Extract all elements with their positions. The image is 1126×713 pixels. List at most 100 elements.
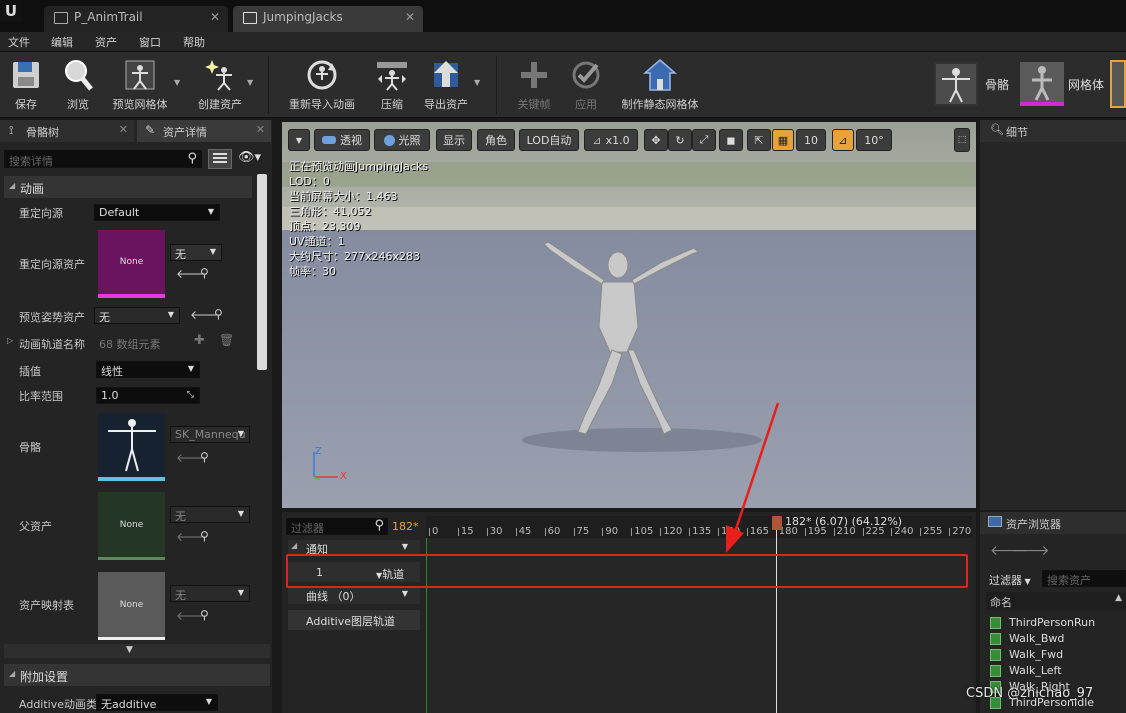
add-element-icon[interactable]: ✚ bbox=[194, 333, 205, 348]
character-button[interactable]: 角色 bbox=[477, 129, 515, 151]
menu-asset[interactable]: 资产 bbox=[95, 34, 117, 50]
interpolation-select[interactable]: 线性 ▼ bbox=[96, 361, 200, 378]
ruler-tick bbox=[429, 528, 430, 536]
tab-asset-browser[interactable]: 资产浏览器 bbox=[980, 512, 1126, 534]
list-item[interactable]: Walk_Fwd bbox=[990, 648, 1063, 661]
column-header-name[interactable]: 命名 ▲ bbox=[986, 592, 1126, 610]
list-item[interactable]: Walk_Bwd bbox=[990, 632, 1064, 645]
skeleton-thumbnail[interactable] bbox=[98, 413, 165, 481]
rotate-tool-button[interactable]: ↻ bbox=[668, 129, 692, 151]
ruler-tick bbox=[573, 528, 575, 536]
coordinate-space-button[interactable]: ◼ bbox=[719, 129, 743, 151]
compress-button[interactable]: 压缩 bbox=[372, 56, 412, 116]
skeleton-select[interactable]: SK_Mannequ ▼ bbox=[170, 426, 250, 443]
menu-window[interactable]: 窗口 bbox=[139, 34, 161, 50]
preview-mesh-button[interactable]: 预览网格体 bbox=[108, 56, 172, 116]
rotation-snap-value[interactable]: 10° bbox=[856, 129, 892, 151]
tab-skeleton-tree[interactable]: ⟟ 骨骼树 ✕ bbox=[0, 120, 134, 142]
preview-pose-select[interactable]: 无 ▼ bbox=[94, 307, 180, 324]
chevron-down-icon[interactable]: ▼ bbox=[402, 542, 408, 551]
menu-file[interactable]: 文件 bbox=[8, 34, 30, 50]
menu-edit[interactable]: 编辑 bbox=[51, 34, 73, 50]
eye-visibility-icon[interactable]: 👁▾ bbox=[238, 150, 261, 165]
search-icon[interactable]: ⚲ bbox=[200, 266, 209, 280]
lod-button[interactable]: LOD自动 bbox=[519, 129, 579, 151]
save-button[interactable]: 保存 bbox=[6, 56, 46, 116]
category-animation[interactable]: ◢ 动画 bbox=[4, 176, 252, 198]
ruler-tick-label: 60 bbox=[547, 526, 561, 537]
chevron-down-icon[interactable]: ▼ bbox=[402, 589, 408, 598]
mesh-mode-button[interactable] bbox=[1020, 62, 1064, 106]
additive-type-select[interactable]: 无additive ▼ bbox=[96, 694, 218, 711]
tab-details[interactable]: 🔍︎ 细节 bbox=[980, 120, 1126, 142]
export-asset-button[interactable]: 导出资产 bbox=[424, 56, 468, 116]
list-item[interactable]: ThirdPersonRun bbox=[990, 616, 1095, 629]
details-search-input[interactable]: 搜索详情 ⚲ bbox=[4, 150, 202, 168]
collapsed-triangle-icon[interactable]: ▷ bbox=[7, 336, 13, 345]
playback-speed-button[interactable]: ⊿ x1.0 bbox=[584, 129, 638, 151]
list-item[interactable]: Walk_Left bbox=[990, 664, 1062, 677]
ruler-tick bbox=[457, 528, 459, 536]
ruler-tick bbox=[920, 528, 922, 536]
retarget-source-select[interactable]: Default ▼ bbox=[94, 204, 220, 221]
additive-layer-tracks-header[interactable]: Additive图层轨道 bbox=[288, 610, 420, 630]
axis-x-label: X bbox=[340, 471, 347, 482]
trash-icon[interactable]: 🗑 bbox=[219, 333, 234, 347]
grid-snap-value[interactable]: 10 bbox=[796, 129, 826, 151]
search-icon[interactable]: ⚲ bbox=[200, 608, 209, 622]
surface-snap-button[interactable]: ⇱ bbox=[747, 129, 771, 151]
chevron-down-icon: ▼ bbox=[237, 588, 244, 597]
tab-p-animtrail[interactable]: P_AnimTrail ✕ bbox=[44, 6, 228, 32]
show-button[interactable]: 显示 bbox=[436, 129, 472, 151]
perspective-button[interactable]: 透视 bbox=[314, 129, 370, 151]
retarget-source-asset-thumbnail[interactable]: None bbox=[98, 230, 165, 298]
expand-more-bar[interactable]: ▼ bbox=[4, 644, 270, 658]
maximize-viewport-button[interactable]: ⬚ bbox=[954, 128, 970, 152]
make-static-mesh-button[interactable]: 制作静态网格体 bbox=[616, 56, 704, 116]
grid-snap-toggle[interactable]: ▦ bbox=[772, 129, 794, 151]
rate-scale-input[interactable]: 1.0 ⤡ bbox=[96, 387, 200, 404]
close-icon[interactable]: ✕ bbox=[210, 10, 220, 24]
chevron-down-icon[interactable]: ▼ bbox=[247, 78, 253, 87]
filter-dropdown[interactable]: 过滤器 ▼ bbox=[989, 572, 1031, 588]
menu-help[interactable]: 帮助 bbox=[183, 34, 205, 50]
parent-asset-thumbnail[interactable]: None bbox=[98, 492, 165, 560]
chevron-down-icon[interactable]: ▼ bbox=[174, 78, 180, 87]
viewport[interactable]: Z X ▼ 透视 光照 显示 角色 LOD自动 ⊿ x1.0 ✥ ↻ ⤢ ◼ ⇱ … bbox=[282, 122, 976, 508]
search-icon[interactable]: ⚲ bbox=[200, 450, 209, 464]
property-matrix-button[interactable] bbox=[208, 149, 232, 169]
viewport-info-line: 三角形：41,052 bbox=[289, 205, 372, 218]
scale-tool-button[interactable]: ⤢ bbox=[692, 129, 716, 151]
chevron-down-icon[interactable]: ▼ bbox=[474, 78, 480, 87]
category-additional-settings[interactable]: ◢ 附加设置 bbox=[4, 664, 270, 686]
parent-asset-select[interactable]: 无 ▼ bbox=[170, 506, 250, 523]
viewport-options-button[interactable]: ▼ bbox=[288, 129, 310, 151]
search-icon[interactable]: ⚲ bbox=[214, 307, 223, 321]
preview-mesh-icon bbox=[122, 56, 158, 94]
skeleton-mode-button[interactable] bbox=[934, 62, 978, 106]
close-icon[interactable]: ✕ bbox=[405, 10, 415, 24]
browse-button[interactable]: 浏览 bbox=[58, 56, 98, 116]
timeline-filter-input[interactable]: 过滤器 ⚲ bbox=[286, 518, 388, 535]
forward-arrow-icon[interactable]: 🡒 bbox=[1012, 542, 1050, 559]
close-icon[interactable]: ✕ bbox=[256, 123, 265, 136]
animation-mode-button[interactable] bbox=[1110, 60, 1126, 108]
retarget-source-asset-select[interactable]: 无 ▼ bbox=[170, 244, 222, 261]
lit-button[interactable]: 光照 bbox=[374, 129, 430, 151]
rotation-snap-toggle[interactable]: ⊿ bbox=[832, 129, 854, 151]
apply-button[interactable]: 应用 bbox=[566, 56, 606, 116]
create-asset-button[interactable]: 创建资产 bbox=[192, 56, 248, 116]
tab-asset-details[interactable]: ✎ 资产详情 ✕ bbox=[137, 120, 271, 142]
curves-track-header[interactable]: 曲线 （0） ▼ bbox=[288, 586, 420, 604]
unreal-logo: U bbox=[0, 0, 22, 22]
search-icon[interactable]: ⚲ bbox=[200, 529, 209, 543]
close-icon[interactable]: ✕ bbox=[119, 123, 128, 136]
tab-jumpingjacks[interactable]: JumpingJacks ✕ bbox=[233, 6, 423, 32]
asset-mapping-thumbnail[interactable]: None bbox=[98, 572, 165, 640]
reimport-animation-button[interactable]: 重新导入动画 bbox=[284, 56, 360, 116]
scrollbar-thumb[interactable] bbox=[257, 174, 267, 370]
asset-mapping-select[interactable]: 无 ▼ bbox=[170, 585, 250, 602]
translate-tool-button[interactable]: ✥ bbox=[644, 129, 668, 151]
keyframe-button[interactable]: 关键帧 bbox=[514, 56, 554, 116]
asset-search-input[interactable]: 搜索资产 bbox=[1042, 570, 1126, 587]
